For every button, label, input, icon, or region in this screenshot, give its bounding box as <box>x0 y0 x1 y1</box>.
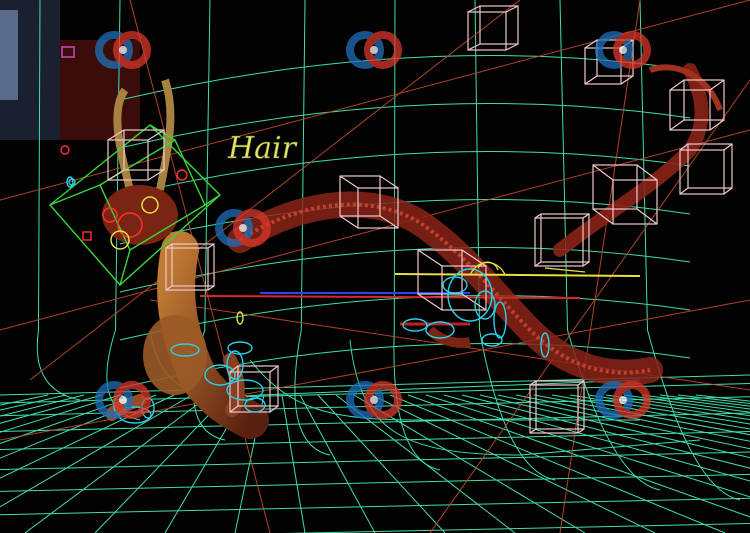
3d-viewport[interactable]: Hair <box>0 0 750 533</box>
hair-guide-lines <box>199 273 641 326</box>
backdrop-grid <box>36 0 741 501</box>
hair-helper-label: Hair <box>227 131 298 166</box>
scene-canvas[interactable]: Hair <box>0 0 750 533</box>
locator-box[interactable] <box>679 143 733 195</box>
